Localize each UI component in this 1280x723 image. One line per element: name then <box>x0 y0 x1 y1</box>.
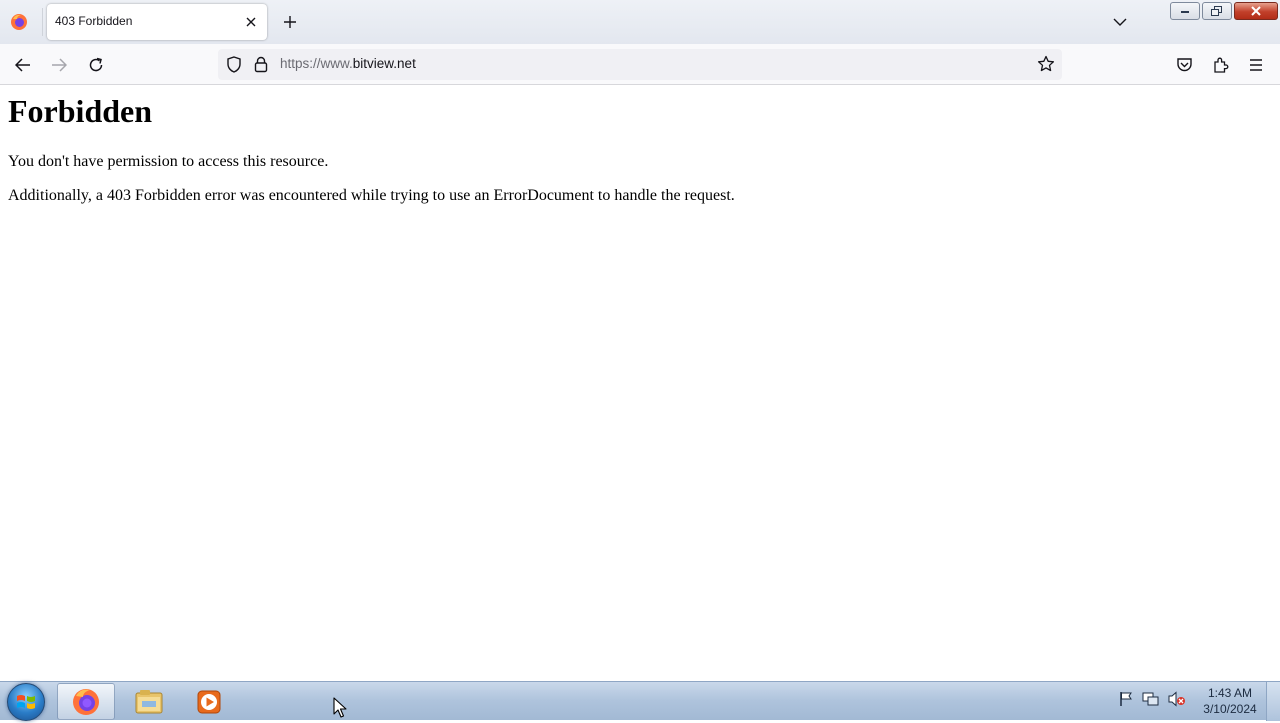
minimize-icon <box>1181 11 1189 13</box>
show-desktop-button[interactable] <box>1266 682 1280 721</box>
windows-logo-icon <box>17 695 35 709</box>
title-bar: 403 Forbidden <box>0 0 1280 44</box>
reload-button[interactable] <box>83 52 109 78</box>
taskbar-firefox-button[interactable] <box>57 683 115 720</box>
restore-icon <box>1211 6 1222 16</box>
extensions-button[interactable] <box>1207 52 1233 78</box>
tab-separator <box>42 8 43 36</box>
url-text[interactable]: https://www.bitview.net <box>280 56 416 71</box>
hamburger-menu-icon <box>1250 59 1262 71</box>
action-center-flag-icon[interactable] <box>1118 691 1134 711</box>
bookmark-star-icon[interactable] <box>1037 55 1055 77</box>
pocket-button[interactable] <box>1171 52 1197 78</box>
file-explorer-icon <box>135 689 163 713</box>
forward-button[interactable] <box>46 52 72 78</box>
url-prefix: https://www. <box>280 56 353 71</box>
taskbar: 1:43 AM 3/10/2024 <box>0 681 1280 721</box>
error-detail: Additionally, a 403 Forbidden error was … <box>8 187 735 204</box>
page-title: Forbidden <box>8 93 153 129</box>
mouse-cursor-icon <box>333 697 347 723</box>
start-button[interactable] <box>7 683 45 721</box>
notification-area <box>1118 691 1186 711</box>
list-all-tabs-icon[interactable] <box>1108 10 1132 34</box>
firefox-icon <box>73 688 99 715</box>
reload-icon <box>89 57 103 72</box>
volume-muted-icon[interactable] <box>1168 691 1186 711</box>
tracking-protection-shield-icon[interactable] <box>226 56 242 77</box>
network-icon[interactable] <box>1142 691 1160 711</box>
tab-title: 403 Forbidden <box>55 14 133 28</box>
taskbar-media-player-button[interactable] <box>180 683 238 720</box>
close-window-button[interactable] <box>1234 2 1278 20</box>
clock-time: 1:43 AM <box>1207 686 1253 700</box>
firefox-view-icon[interactable] <box>8 11 30 33</box>
lock-icon[interactable] <box>254 56 268 77</box>
media-player-icon <box>197 690 221 713</box>
close-icon <box>1251 6 1261 16</box>
error-message: You don't have permission to access this… <box>8 153 329 170</box>
back-arrow-icon <box>15 58 30 72</box>
puzzle-extensions-icon <box>1213 57 1228 73</box>
clock-date: 3/10/2024 <box>1203 702 1257 716</box>
navigation-toolbar: https://www.bitview.net <box>0 44 1280 85</box>
url-domain: bitview.net <box>352 56 416 71</box>
restore-button[interactable] <box>1202 2 1232 20</box>
page-content: Forbidden You don't have permission to a… <box>0 85 1280 681</box>
minimize-button[interactable] <box>1170 2 1200 20</box>
system-clock[interactable]: 1:43 AM 3/10/2024 <box>1198 685 1262 717</box>
close-tab-icon[interactable] <box>241 12 261 32</box>
url-bar[interactable]: https://www.bitview.net <box>218 49 1062 80</box>
taskbar-explorer-button[interactable] <box>120 683 178 720</box>
forward-arrow-icon <box>52 58 67 72</box>
new-tab-icon[interactable] <box>278 10 302 34</box>
back-button[interactable] <box>10 52 36 78</box>
app-menu-button[interactable] <box>1243 52 1269 78</box>
window-controls <box>1170 2 1278 20</box>
pocket-icon <box>1176 58 1192 72</box>
tab-active[interactable]: 403 Forbidden <box>47 4 267 40</box>
